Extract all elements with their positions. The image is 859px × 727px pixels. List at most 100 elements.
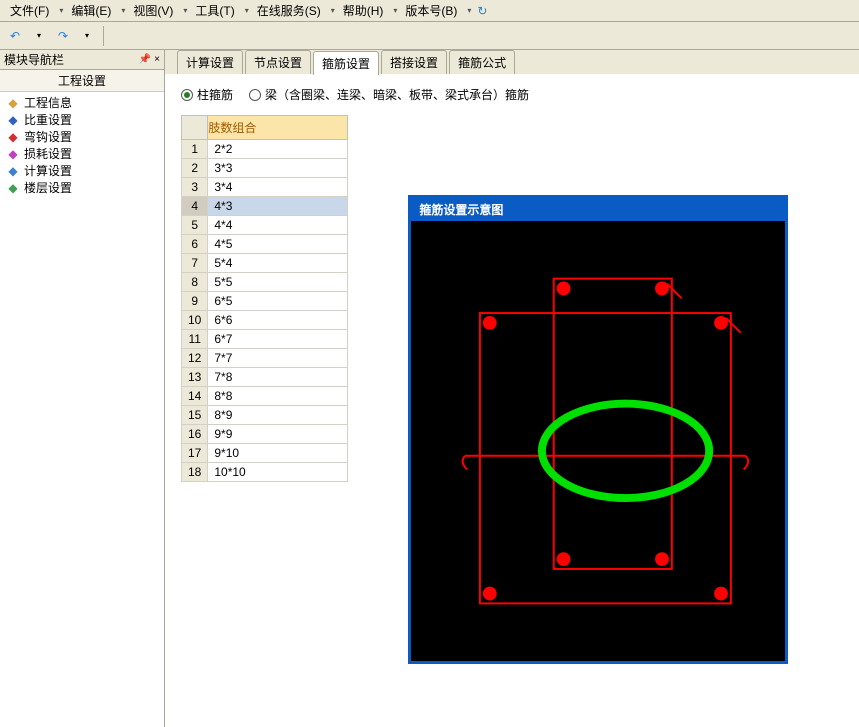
row-value[interactable]: 4*5	[208, 235, 348, 254]
chevron-down-icon: ▾	[245, 6, 249, 15]
tab-content: 柱箍筋 梁（含圈梁、连梁、暗梁、板带、梁式承台）箍筋 肢数组合 12*223*3…	[165, 74, 859, 727]
menu-help[interactable]: 帮助(H)	[337, 0, 390, 21]
row-value[interactable]: 6*5	[208, 292, 348, 311]
table-row[interactable]: 116*7	[182, 330, 348, 349]
table-row[interactable]: 12*2	[182, 140, 348, 159]
floor-icon: ◆	[6, 181, 20, 195]
table-row[interactable]: 158*9	[182, 406, 348, 425]
chevron-down-icon: ▾	[183, 6, 187, 15]
table-row[interactable]: 23*3	[182, 159, 348, 178]
sidebar-title: 模块导航栏	[4, 51, 64, 68]
radio-beam-stirrup[interactable]: 梁（含圈梁、连梁、暗梁、板带、梁式承台）箍筋	[249, 86, 529, 103]
corner-dot	[714, 587, 728, 601]
table-row[interactable]: 169*9	[182, 425, 348, 444]
row-value[interactable]: 7*7	[208, 349, 348, 368]
sidebar-item-label: 比重设置	[24, 111, 72, 128]
table-row[interactable]: 44*3	[182, 197, 348, 216]
radio-column-stirrup[interactable]: 柱箍筋	[181, 86, 233, 103]
sidebar-item[interactable]: ◆损耗设置	[4, 145, 160, 162]
sidebar-item[interactable]: ◆ 计算设置	[4, 162, 160, 179]
row-value[interactable]: 9*10	[208, 444, 348, 463]
highlight-ellipse	[542, 404, 709, 498]
tab[interactable]: 箍筋公式	[449, 50, 515, 74]
row-number: 7	[182, 254, 208, 273]
menu-online[interactable]: 在线服务(S)	[251, 0, 327, 21]
menu-edit[interactable]: 编辑(E)	[65, 0, 117, 21]
row-value[interactable]: 8*9	[208, 406, 348, 425]
sidebar-item[interactable]: ◆弯钩设置	[4, 128, 160, 145]
menu-file[interactable]: 文件(F)	[4, 0, 55, 21]
table-row[interactable]: 54*4	[182, 216, 348, 235]
row-value[interactable]: 5*4	[208, 254, 348, 273]
sidebar-subtitle: 工程设置	[58, 72, 106, 89]
table-row[interactable]: 179*10	[182, 444, 348, 463]
undo-button[interactable]: ↶	[4, 25, 26, 47]
row-value[interactable]: 8*8	[208, 387, 348, 406]
table-row[interactable]: 106*6	[182, 311, 348, 330]
row-number: 14	[182, 387, 208, 406]
row-value[interactable]: 4*3	[208, 197, 348, 216]
tab[interactable]: 搭接设置	[381, 50, 447, 74]
table-row[interactable]: 127*7	[182, 349, 348, 368]
table-header: 肢数组合	[208, 116, 348, 140]
row-value[interactable]: 9*9	[208, 425, 348, 444]
sidebar-item-label: 计算设置	[24, 162, 72, 179]
tab-bar: 计算设置节点设置箍筋设置搭接设置箍筋公式	[165, 50, 859, 74]
limb-table[interactable]: 肢数组合 12*223*333*444*354*464*575*485*596*…	[181, 115, 348, 482]
row-value[interactable]: 10*10	[208, 463, 348, 482]
menu-version[interactable]: 版本号(B)	[399, 0, 463, 21]
sidebar-subheader[interactable]: 工程设置	[0, 70, 164, 92]
sidebar-item-label: 弯钩设置	[24, 128, 72, 145]
refresh-icon[interactable]: ↻	[473, 2, 491, 20]
sidebar-item[interactable]: ◆ 比重设置	[4, 111, 160, 128]
corner-dot	[655, 552, 669, 566]
separator	[103, 26, 104, 46]
table-row[interactable]: 148*8	[182, 387, 348, 406]
hook-mark	[744, 456, 748, 470]
table-row[interactable]: 137*8	[182, 368, 348, 387]
corner-dot	[714, 316, 728, 330]
redo-dropdown[interactable]: ▾	[76, 25, 98, 47]
table-row[interactable]: 64*5	[182, 235, 348, 254]
row-number: 4	[182, 197, 208, 216]
menu-tools[interactable]: 工具(T)	[189, 0, 240, 21]
table-row[interactable]: 33*4	[182, 178, 348, 197]
table-row[interactable]: 85*5	[182, 273, 348, 292]
pin-icon[interactable]: 📌 ×	[139, 54, 160, 65]
row-number: 5	[182, 216, 208, 235]
hook-mark	[463, 456, 467, 470]
calc-icon: ◆	[6, 164, 20, 178]
chevron-down-icon: ▾	[331, 6, 335, 15]
row-value[interactable]: 6*6	[208, 311, 348, 330]
sidebar-item[interactable]: ◆工程信息	[4, 94, 160, 111]
inner-rect	[554, 279, 672, 569]
undo-dropdown[interactable]: ▾	[28, 25, 50, 47]
table-row[interactable]: 96*5	[182, 292, 348, 311]
corner-dot	[483, 316, 497, 330]
toolbar: ↶ ▾ ↷ ▾	[0, 22, 859, 50]
row-value[interactable]: 3*3	[208, 159, 348, 178]
tab[interactable]: 计算设置	[177, 50, 243, 74]
redo-button[interactable]: ↷	[52, 25, 74, 47]
table-row[interactable]: 75*4	[182, 254, 348, 273]
row-value[interactable]: 3*4	[208, 178, 348, 197]
weight-icon: ◆	[6, 113, 20, 127]
row-value[interactable]: 4*4	[208, 216, 348, 235]
row-value[interactable]: 5*5	[208, 273, 348, 292]
sidebar-item[interactable]: ◆楼层设置	[4, 179, 160, 196]
tab[interactable]: 节点设置	[245, 50, 311, 74]
row-value[interactable]: 7*8	[208, 368, 348, 387]
tab[interactable]: 箍筋设置	[313, 51, 379, 75]
table-row[interactable]: 1810*10	[182, 463, 348, 482]
row-value[interactable]: 6*7	[208, 330, 348, 349]
row-number: 16	[182, 425, 208, 444]
radio-label-1: 柱箍筋	[197, 86, 233, 103]
sidebar-header: 模块导航栏 📌 ×	[0, 50, 164, 70]
radio-unchecked-icon	[249, 89, 261, 101]
row-number: 3	[182, 178, 208, 197]
row-number: 17	[182, 444, 208, 463]
row-number: 11	[182, 330, 208, 349]
menu-view[interactable]: 视图(V)	[127, 0, 179, 21]
table-header-blank	[182, 116, 208, 140]
row-value[interactable]: 2*2	[208, 140, 348, 159]
